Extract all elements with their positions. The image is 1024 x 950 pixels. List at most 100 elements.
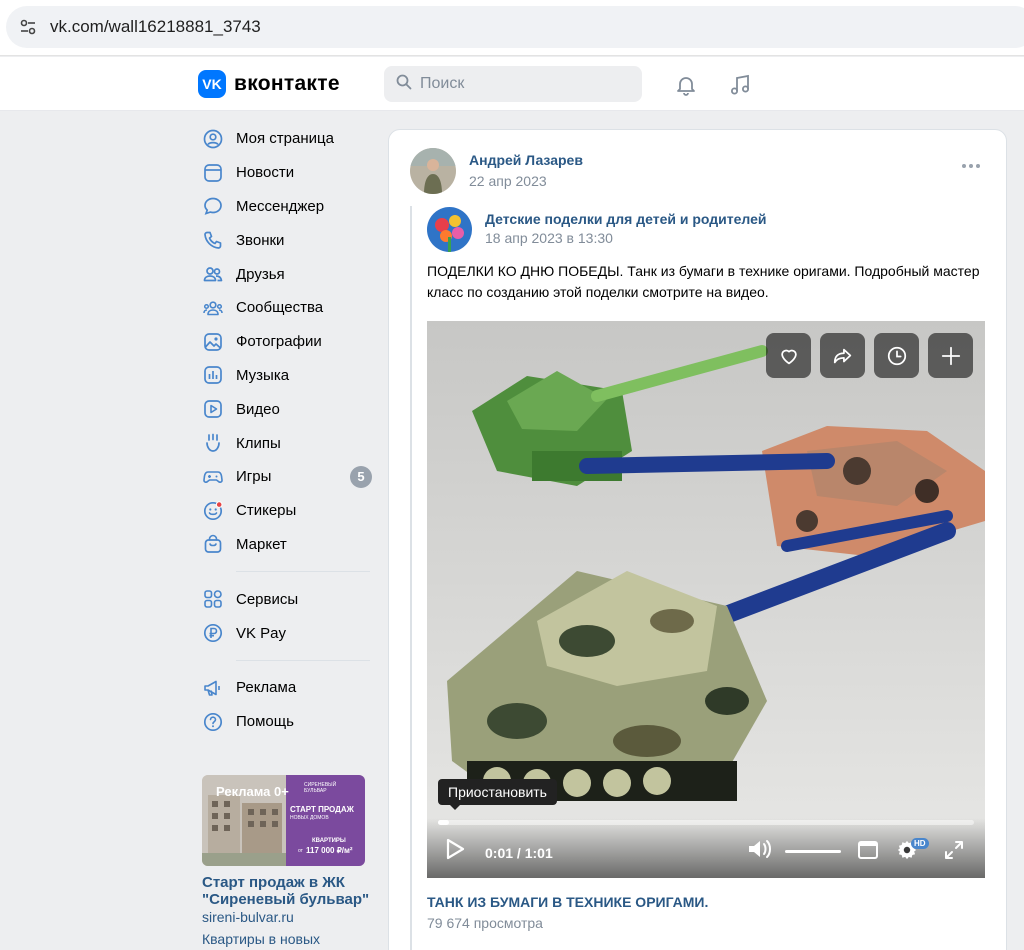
video-player[interactable]: Приостановить 0:01 / 1:01 HD bbox=[427, 321, 985, 878]
sidebar-item-my-page[interactable]: Моя страница bbox=[196, 122, 376, 156]
sidebar-item-services[interactable]: Сервисы bbox=[196, 582, 376, 616]
url-box[interactable]: vk.com/wall16218881_3743 bbox=[6, 6, 1024, 48]
sidebar-divider bbox=[236, 659, 370, 661]
notifications-bell-icon[interactable] bbox=[672, 71, 700, 99]
watch-later-button[interactable] bbox=[874, 333, 919, 378]
ad-price-label: КВАРТИРЫ bbox=[312, 838, 346, 844]
search-box[interactable] bbox=[384, 66, 642, 102]
sidebar-ad[interactable]: Реклама 0+ СИРЕНЕВЫЙ БУЛЬВАР СТАРТ ПРОДА… bbox=[202, 775, 372, 947]
ad-subline: НОВЫХ ДОМОВ bbox=[290, 815, 329, 821]
volume-icon bbox=[749, 840, 771, 858]
post-date[interactable]: 22 апр 2023 bbox=[469, 173, 547, 189]
browser-address-bar: vk.com/wall16218881_3743 bbox=[0, 0, 1024, 56]
sidebar-item-friends[interactable]: Друзья bbox=[196, 257, 376, 291]
sidebar-item-photos[interactable]: Фотографии bbox=[196, 325, 376, 359]
sidebar-item-label: Моя страница bbox=[236, 130, 334, 148]
phone-icon bbox=[202, 229, 224, 251]
search-icon bbox=[396, 74, 412, 95]
repost-date[interactable]: 18 апр 2023 в 13:30 bbox=[485, 230, 613, 246]
ad-title[interactable]: Старт продаж в ЖК "Сиреневый бульвар" bbox=[202, 874, 372, 908]
sidebar-item-label: Клипы bbox=[236, 434, 281, 452]
video-progress-bar[interactable] bbox=[438, 820, 974, 825]
sidebar-item-video[interactable]: Видео bbox=[196, 392, 376, 426]
services-icon bbox=[202, 588, 224, 610]
ad-price-from: от bbox=[298, 848, 303, 854]
pause-tooltip: Приостановить bbox=[438, 779, 557, 810]
time-total: 1:01 bbox=[524, 845, 553, 861]
play-icon bbox=[446, 838, 465, 860]
sidebar-item-messenger[interactable]: Мессенджер bbox=[196, 190, 376, 224]
url-text[interactable]: vk.com/wall16218881_3743 bbox=[50, 17, 261, 37]
sidebar-item-label: Маркет bbox=[236, 535, 287, 553]
message-icon bbox=[202, 195, 224, 217]
vk-logo[interactable]: VK вконтакте bbox=[198, 70, 340, 98]
news-icon bbox=[202, 162, 224, 184]
wall-post: Андрей Лазарев 22 апр 2023 Детские подел… bbox=[388, 129, 1007, 950]
smile-icon bbox=[202, 500, 224, 522]
sidebar-item-stickers[interactable]: Стикеры bbox=[196, 494, 376, 528]
music-icon bbox=[202, 364, 224, 386]
sidebar-item-label: Мессенджер bbox=[236, 197, 325, 215]
miniplayer-button[interactable] bbox=[857, 840, 879, 860]
fullscreen-button[interactable] bbox=[943, 839, 965, 861]
sidebar-item-label: Друзья bbox=[236, 265, 285, 283]
time-current: 0:01 bbox=[485, 845, 514, 861]
sidebar-item-label: Фотографии bbox=[236, 333, 322, 351]
friends-icon bbox=[202, 263, 224, 285]
search-input[interactable] bbox=[420, 75, 620, 93]
ad-overlay-label: Реклама 0+ bbox=[216, 784, 289, 799]
add-video-button[interactable] bbox=[928, 333, 973, 378]
video-icon bbox=[202, 398, 224, 420]
help-icon bbox=[202, 711, 224, 733]
volume-button[interactable] bbox=[747, 838, 773, 860]
logo-text: вконтакте bbox=[234, 72, 340, 95]
play-button[interactable] bbox=[443, 836, 467, 862]
repost-indicator-line bbox=[410, 206, 412, 950]
communities-icon bbox=[202, 297, 224, 319]
share-arrow-icon bbox=[833, 348, 851, 363]
sidebar-item-vk-pay[interactable]: VK Pay bbox=[196, 616, 376, 650]
site-settings-icon[interactable] bbox=[6, 6, 50, 48]
clips-icon bbox=[202, 432, 224, 454]
sidebar-item-label: Сообщества bbox=[236, 299, 324, 317]
photo-icon bbox=[202, 331, 224, 353]
ad-image[interactable]: Реклама 0+ СИРЕНЕВЫЙ БУЛЬВАР СТАРТ ПРОДА… bbox=[202, 775, 365, 866]
sidebar-item-ads[interactable]: Реклама bbox=[196, 671, 376, 705]
vk-header: VK вконтакте bbox=[0, 57, 1024, 111]
group-name[interactable]: Детские поделки для детей и родителей bbox=[485, 211, 767, 227]
sidebar-item-label: VK Pay bbox=[236, 624, 287, 642]
sidebar-item-label: Сервисы bbox=[236, 590, 299, 608]
sidebar-divider bbox=[236, 571, 370, 573]
group-avatar[interactable] bbox=[427, 207, 472, 252]
author-avatar[interactable] bbox=[410, 148, 456, 194]
like-video-button[interactable] bbox=[766, 333, 811, 378]
sidebar-item-market[interactable]: Маркет bbox=[196, 528, 376, 562]
ad-domain[interactable]: sireni-bulvar.ru bbox=[202, 909, 372, 925]
share-video-button[interactable] bbox=[820, 333, 865, 378]
ad-price: 117 000 ₽/м² bbox=[306, 846, 353, 855]
sidebar-item-calls[interactable]: Звонки bbox=[196, 223, 376, 257]
volume-slider[interactable] bbox=[785, 850, 841, 853]
sidebar-item-label: Реклама bbox=[236, 679, 297, 697]
sidebar-item-label: Игры bbox=[236, 468, 272, 486]
sidebar-item-help[interactable]: Помощь bbox=[196, 705, 376, 739]
sidebar-item-news[interactable]: Новости bbox=[196, 156, 376, 190]
games-count-badge: 5 bbox=[350, 465, 372, 488]
ad-description[interactable]: Квартиры в новых bbox=[202, 931, 372, 947]
plus-icon bbox=[941, 346, 960, 365]
video-title[interactable]: ТАНК ИЗ БУМАГИ В ТЕХНИКЕ ОРИГАМИ. bbox=[427, 894, 708, 910]
ruble-icon bbox=[202, 622, 224, 644]
megaphone-icon bbox=[202, 677, 224, 699]
left-sidebar: Моя страница Новости Мессенджер Звонки Д… bbox=[196, 122, 376, 739]
music-note-icon[interactable] bbox=[726, 71, 754, 99]
sidebar-item-clips[interactable]: Клипы bbox=[196, 426, 376, 460]
sidebar-item-games[interactable]: Игры 5 bbox=[196, 460, 376, 494]
ad-brand: СИРЕНЕВЫЙ БУЛЬВАР bbox=[304, 782, 337, 794]
window-icon bbox=[858, 841, 878, 859]
gamepad-icon bbox=[202, 466, 224, 488]
sidebar-item-label: Звонки bbox=[236, 231, 285, 249]
author-name[interactable]: Андрей Лазарев bbox=[469, 152, 583, 168]
more-options-icon[interactable] bbox=[962, 164, 980, 168]
sidebar-item-communities[interactable]: Сообщества bbox=[196, 291, 376, 325]
sidebar-item-music[interactable]: Музыка bbox=[196, 359, 376, 393]
